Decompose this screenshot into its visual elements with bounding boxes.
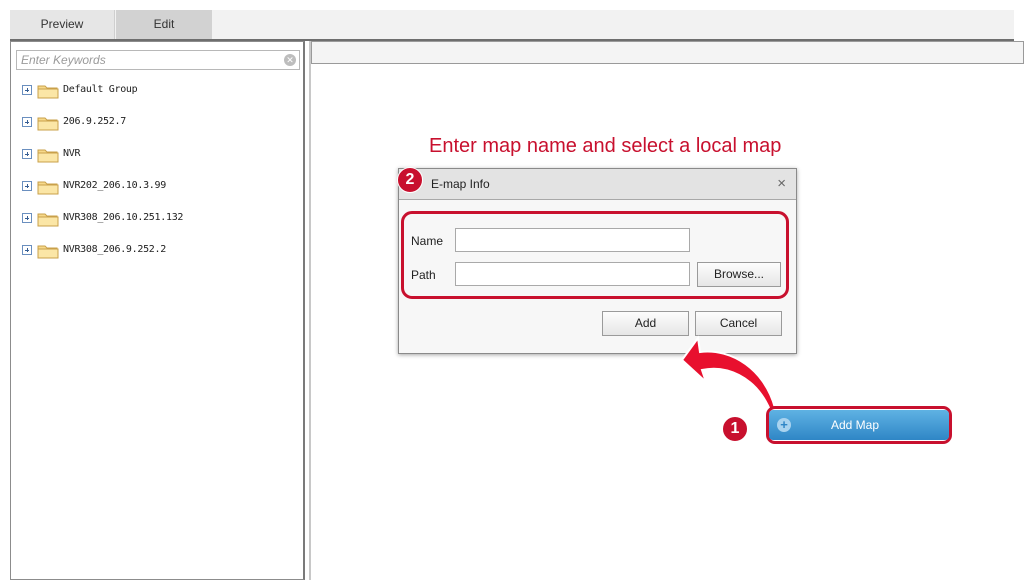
curved-arrow-icon xyxy=(680,335,777,412)
folder-icon xyxy=(37,85,59,99)
expand-icon[interactable] xyxy=(22,181,32,191)
clear-icon[interactable]: ✕ xyxy=(284,54,296,66)
expand-icon[interactable] xyxy=(22,245,32,255)
folder-icon xyxy=(37,117,59,131)
step-2-badge: 2 xyxy=(397,167,423,193)
tree-item-label: 206.9.252.7 xyxy=(63,116,126,127)
map-toolbar xyxy=(311,41,1024,64)
path-field[interactable] xyxy=(455,262,690,286)
search-input[interactable]: Enter Keywords ✕ xyxy=(16,50,300,70)
expand-icon[interactable] xyxy=(22,149,32,159)
path-label: Path xyxy=(411,268,436,282)
device-tree-panel: Enter Keywords ✕ Default Group 206.9.252… xyxy=(10,41,305,580)
plus-icon: + xyxy=(777,418,791,432)
close-icon[interactable]: × xyxy=(777,175,786,192)
name-field[interactable] xyxy=(455,228,690,252)
tree-item-label: NVR xyxy=(63,148,81,159)
emap-info-dialog: E-map Info × Name Path Browse... Add Can… xyxy=(398,168,797,354)
step-1-badge: 1 xyxy=(722,416,748,442)
add-map-button[interactable]: + Add Map xyxy=(769,410,949,440)
folder-icon xyxy=(37,213,59,227)
add-map-label: Add Map xyxy=(831,418,880,432)
dialog-title-bar[interactable]: E-map Info × xyxy=(399,169,796,200)
tree-item-label: NVR202_206.10.3.99 xyxy=(63,180,166,191)
instruction-annotation: Enter map name and select a local map xyxy=(429,135,782,157)
browse-button[interactable]: Browse... xyxy=(697,262,781,287)
tree-item-label: Default Group xyxy=(63,84,138,95)
tree-item-label: NVR308_206.9.252.2 xyxy=(63,244,166,255)
name-label: Name xyxy=(411,234,444,248)
dialog-title: E-map Info xyxy=(431,177,490,191)
tab-edit[interactable]: Edit xyxy=(116,10,212,39)
expand-icon[interactable] xyxy=(22,117,32,127)
tab-bar: Preview Edit xyxy=(10,10,1014,41)
tree-item-label: NVR308_206.10.251.132 xyxy=(63,212,184,223)
folder-icon xyxy=(37,245,59,259)
expand-icon[interactable] xyxy=(22,213,32,223)
folder-icon xyxy=(37,149,59,163)
search-placeholder: Enter Keywords xyxy=(21,53,106,67)
expand-icon[interactable] xyxy=(22,85,32,95)
panel-splitter[interactable] xyxy=(309,41,311,580)
tab-preview[interactable]: Preview xyxy=(10,10,115,39)
folder-icon xyxy=(37,181,59,195)
